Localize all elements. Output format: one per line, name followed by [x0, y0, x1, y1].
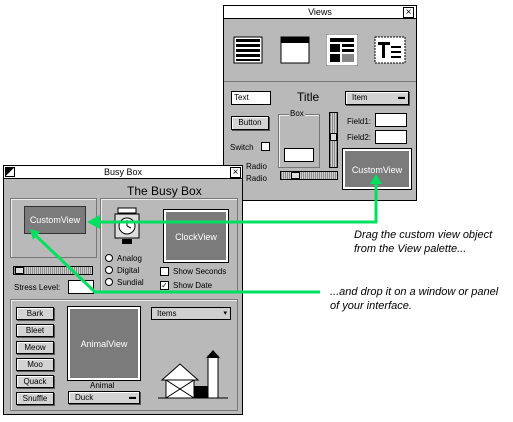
drag-arrow-overlay — [30, 174, 382, 294]
palette-arrowhead-icon — [370, 174, 382, 184]
drag-annotation: Drag the custom view object from the Vie… — [354, 229, 493, 255]
drag-arrow-path — [95, 180, 378, 224]
drop-arrow-path — [30, 230, 320, 294]
drag-arrowhead-icon — [87, 215, 100, 229]
drop-annotation: ...and drop it on a window or panel of y… — [330, 286, 499, 312]
